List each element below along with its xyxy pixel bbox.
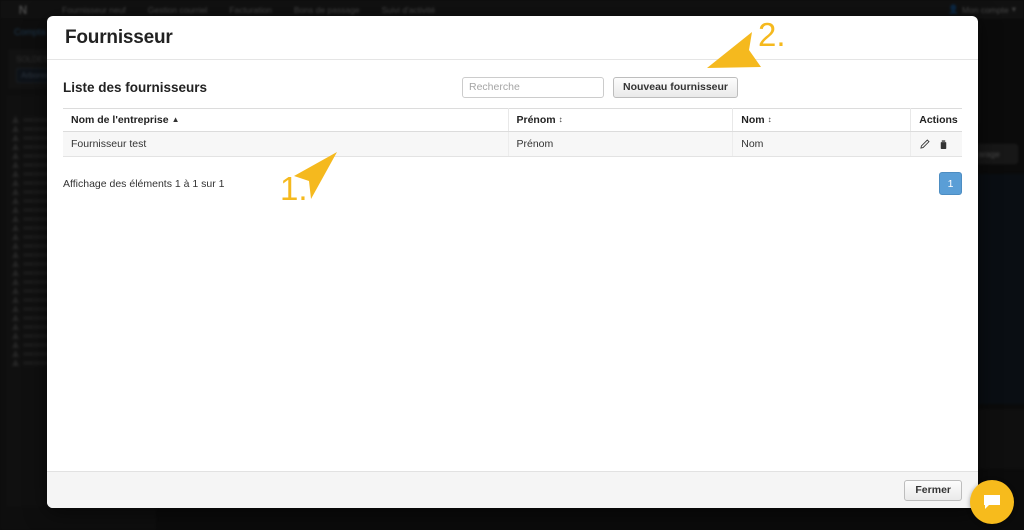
fournisseur-modal: Fournisseur Liste des fournisseurs Nouve… — [47, 16, 978, 508]
column-label: Prénom — [516, 114, 556, 126]
column-label: Actions — [919, 114, 958, 126]
fournisseurs-table: Nom de l'entreprise ▲ Prénom ↕ Nom ↕ Action… — [63, 108, 962, 157]
column-header-company[interactable]: Nom de l'entreprise ▲ — [63, 108, 509, 132]
pagination-info: Affichage des éléments 1 à 1 sur 1 — [63, 177, 225, 190]
column-label: Nom — [741, 114, 765, 126]
sort-both-icon: ↕ — [767, 115, 772, 124]
cell-first-name: Prénom — [508, 131, 734, 157]
close-button[interactable]: Fermer — [904, 479, 962, 501]
modal-body: Liste des fournisseurs Nouveau fournisse… — [47, 60, 978, 471]
column-header-actions: Actions — [910, 108, 962, 132]
search-input[interactable] — [462, 76, 604, 98]
modal-header: Fournisseur — [47, 16, 978, 60]
cell-actions — [910, 131, 962, 157]
toolbar: Liste des fournisseurs Nouveau fournisse… — [63, 70, 962, 104]
pagination-page-1[interactable]: 1 — [939, 172, 962, 195]
chat-bubble-icon — [984, 494, 1000, 509]
modal-footer: Fermer — [47, 471, 978, 508]
cell-last-name: Nom — [732, 131, 912, 157]
column-label: Nom de l'entreprise — [71, 114, 169, 126]
table-footer: Affichage des éléments 1 à 1 sur 1 1 — [63, 172, 962, 195]
list-title: Liste des fournisseurs — [63, 79, 208, 95]
new-fournisseur-button[interactable]: Nouveau fournisseur — [613, 76, 739, 98]
table-header-row: Nom de l'entreprise ▲ Prénom ↕ Nom ↕ Action… — [63, 108, 962, 132]
pencil-icon[interactable] — [919, 138, 930, 150]
column-header-first-name[interactable]: Prénom ↕ — [508, 108, 734, 132]
toolbar-right: Nouveau fournisseur — [462, 76, 739, 98]
trash-icon[interactable] — [938, 139, 949, 150]
sort-both-icon: ↕ — [558, 115, 563, 124]
sort-asc-icon: ▲ — [171, 115, 180, 124]
screen: N Fournisseur neuf Gestion courriel Fact… — [0, 0, 1024, 530]
column-header-last-name[interactable]: Nom ↕ — [732, 108, 912, 132]
table-row: Fournisseur test Prénom Nom — [63, 131, 962, 157]
page-title: Fournisseur — [65, 26, 173, 48]
chat-widget-button[interactable] — [970, 480, 1014, 524]
cell-company: Fournisseur test — [63, 131, 509, 157]
